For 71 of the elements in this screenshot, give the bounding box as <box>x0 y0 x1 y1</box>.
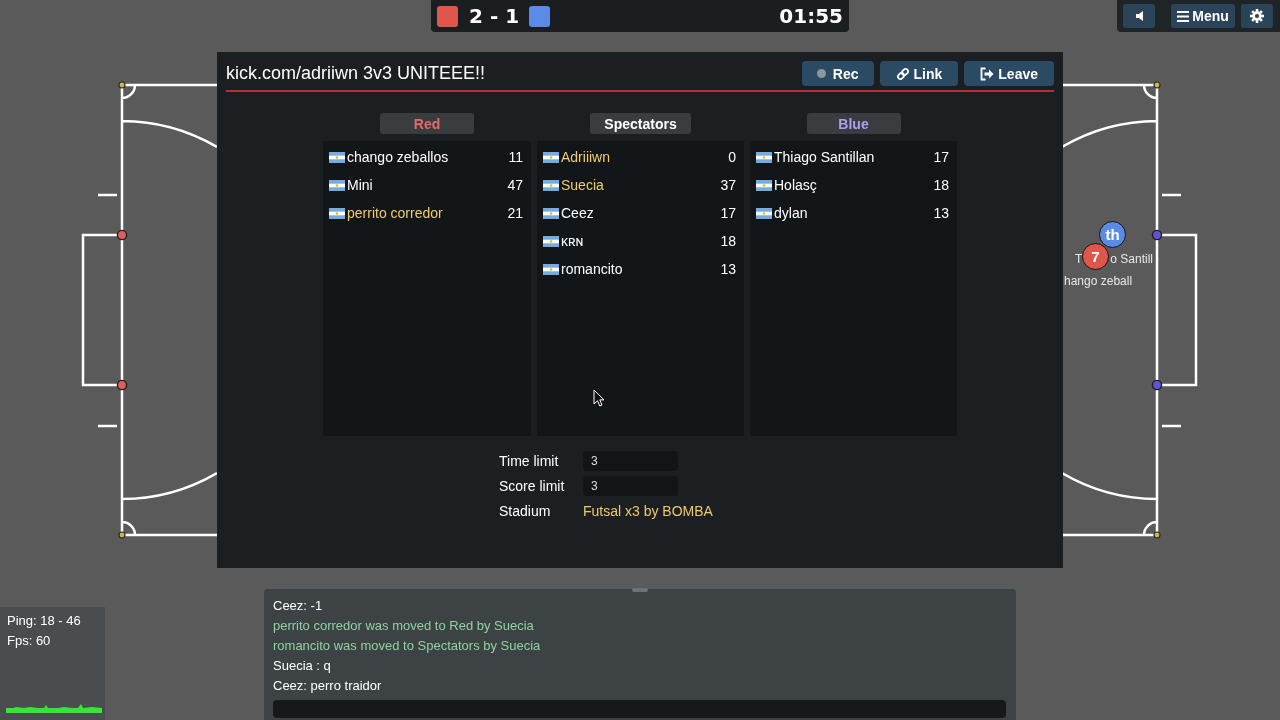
player-ping: 18 <box>720 233 736 249</box>
player-ping: 17 <box>720 205 736 221</box>
sound-button[interactable] <box>1123 4 1155 28</box>
team-header-button[interactable]: Spectators <box>590 113 691 134</box>
player-name-label: T <box>1075 252 1083 266</box>
player-ping: 13 <box>933 205 949 221</box>
flag-icon <box>543 151 559 163</box>
player-name: dylan <box>774 205 809 221</box>
player-name: romancito <box>561 261 624 277</box>
flag-icon <box>329 179 345 191</box>
setting-label: Stadium <box>499 502 552 519</box>
record-button[interactable]: Rec <box>801 61 874 86</box>
player-ping: 47 <box>507 177 523 193</box>
flag-icon <box>543 207 559 219</box>
mouse-pointer-icon <box>593 389 605 407</box>
team-swatch-icon <box>529 5 551 27</box>
player-name: Holasç <box>774 177 818 193</box>
leave-button[interactable]: Leave <box>964 61 1054 86</box>
settings-icon <box>1250 9 1264 23</box>
menu-icon <box>1177 10 1190 22</box>
match-score: 2 - 1 <box>469 4 520 28</box>
room-title: kick.com/adriiwn 3v3 UNITEEE!! <box>226 63 486 84</box>
player-name: Ceez <box>561 205 595 221</box>
team-header-button[interactable]: Blue <box>806 113 901 134</box>
player-name: chango zeballos <box>347 149 450 165</box>
chat-message: romancito was moved to Spectators by Suecia <box>273 637 542 655</box>
match-timer: 01:55 <box>779 4 843 28</box>
player-ping: 11 <box>508 149 523 165</box>
exit-icon <box>980 66 995 81</box>
chat-message: perrito corredor was moved to Red by Suecia <box>273 617 535 635</box>
speaker-icon <box>1135 11 1143 21</box>
player-name: Mini <box>347 177 374 193</box>
setting-input[interactable]: 3 <box>583 450 678 471</box>
flag-icon <box>756 151 772 163</box>
ping-text: Ping: 18 - 46 <box>7 612 82 630</box>
player-ping: 18 <box>933 177 949 193</box>
player-ping: 37 <box>720 177 736 193</box>
chat-message: Ceez: perro traidor <box>273 677 383 695</box>
flag-icon <box>543 179 559 191</box>
fps-text: Fps: 60 <box>7 632 52 650</box>
player-name: ᴋʀɴ <box>561 233 585 249</box>
flag-icon <box>543 235 559 247</box>
setting-input[interactable]: 3 <box>583 475 678 496</box>
team-swatch-icon <box>437 5 458 27</box>
link-icon <box>895 66 910 81</box>
chat-message: Ceez: -1 <box>273 597 324 615</box>
player-ping: 0 <box>728 149 736 165</box>
player-name: Thiago Santillan <box>774 149 876 165</box>
flag-icon <box>329 207 345 219</box>
settings-button[interactable] <box>1241 4 1273 28</box>
setting-link[interactable]: Futsal x3 by BOMBA <box>583 502 713 519</box>
chat-message: Suecia : q <box>273 657 332 675</box>
flag-icon <box>543 263 559 275</box>
flag-icon <box>329 151 345 163</box>
player-name-label: o Santill <box>1110 252 1154 266</box>
link-button[interactable]: Link <box>879 61 959 86</box>
flag-icon <box>756 207 772 219</box>
player-disc: th <box>1099 221 1126 248</box>
player-ping: 13 <box>720 261 736 277</box>
menu-button[interactable]: Menu <box>1171 4 1235 28</box>
player-ping: 21 <box>507 205 523 221</box>
player-name: Adriiiwn <box>561 149 611 165</box>
setting-label: Score limit <box>499 477 566 494</box>
chat-input[interactable] <box>273 700 1006 718</box>
player-name: perrito corredor <box>347 205 444 221</box>
player-name: Suecia <box>561 177 605 193</box>
player-disc: 7 <box>1082 243 1109 270</box>
player-name-label: hango zeball <box>1064 274 1133 288</box>
player-ping: 17 <box>933 149 949 165</box>
flag-icon <box>756 179 772 191</box>
setting-label: Time limit <box>499 452 560 469</box>
